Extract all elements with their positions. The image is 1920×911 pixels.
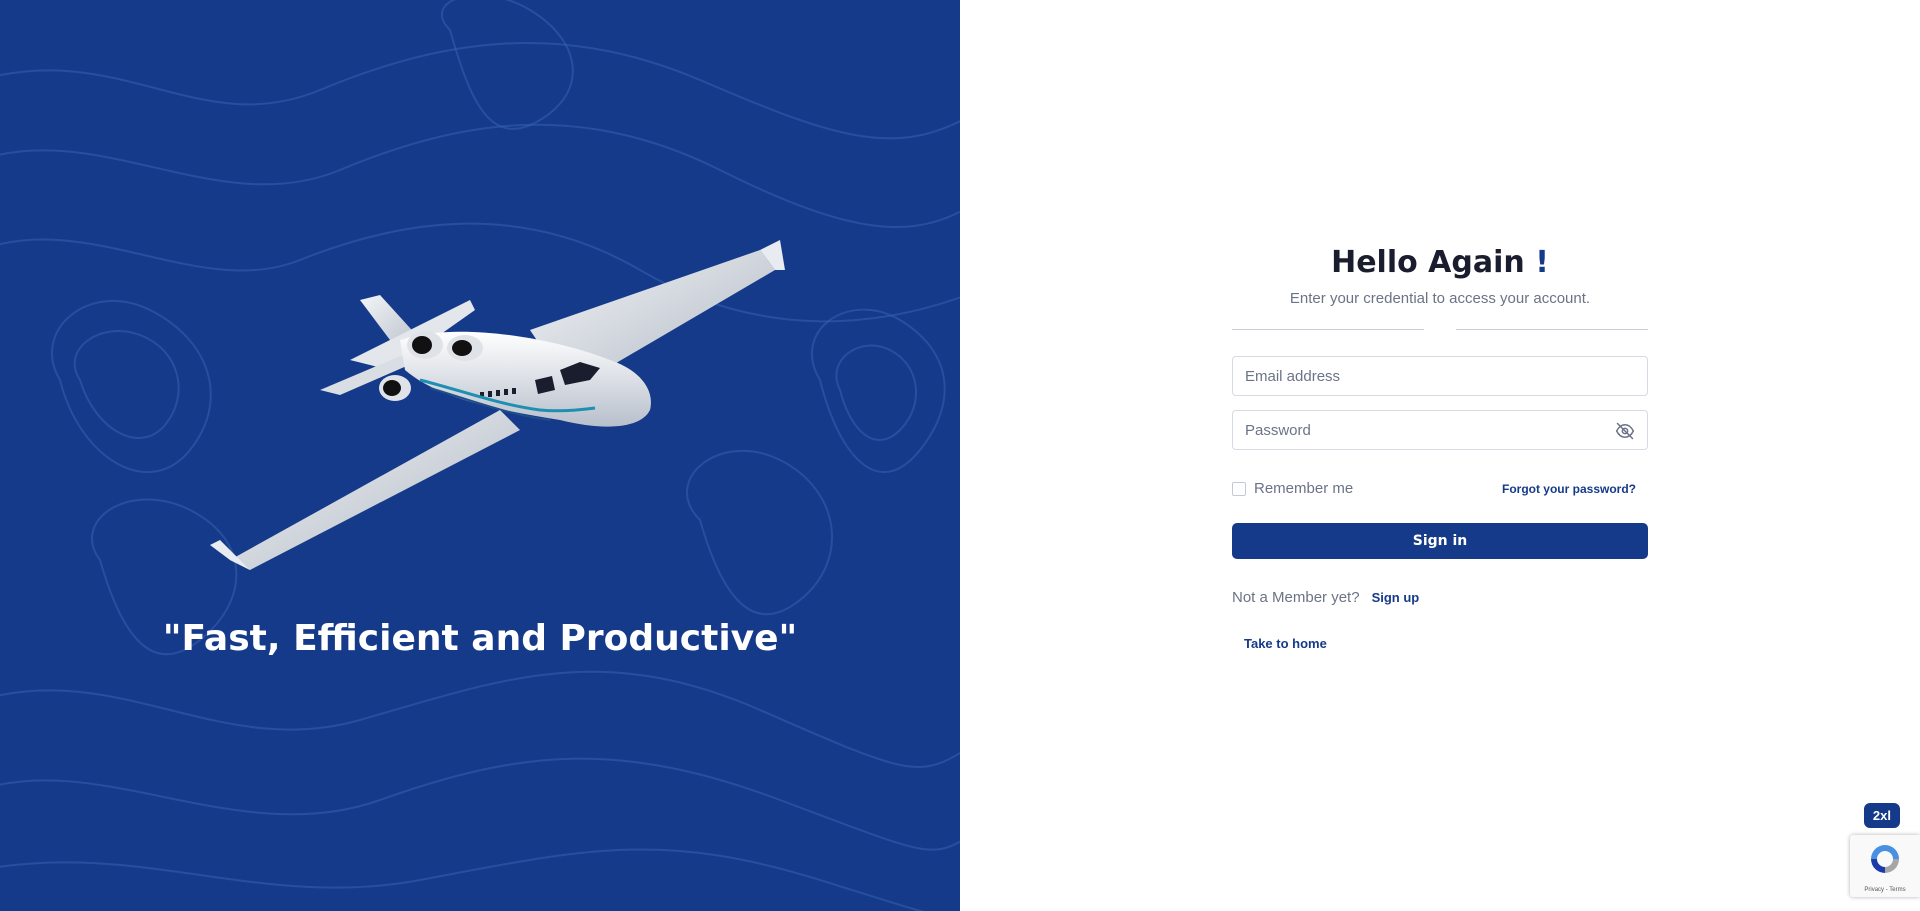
hero-panel: "Fast, Efficient and Productive": [0, 0, 960, 911]
page-subtitle: Enter your credential to access your acc…: [1289, 290, 1591, 307]
eye-off-icon[interactable]: [1615, 421, 1635, 441]
login-form: Hello Again ! Enter your credential to a…: [1232, 245, 1648, 653]
divider-left: [1232, 329, 1424, 330]
recaptcha-terms[interactable]: Privacy - Terms: [1850, 887, 1920, 893]
recaptcha-icon: [1871, 845, 1899, 873]
email-input[interactable]: [1233, 357, 1647, 395]
divider-row: [1232, 329, 1648, 330]
take-to-home-link[interactable]: Take to home: [1244, 636, 1327, 651]
private-jet-illustration: [210, 240, 785, 570]
email-field: [1232, 356, 1648, 396]
password-field: [1232, 410, 1648, 450]
forgot-password-link[interactable]: Forgot your password?: [1502, 482, 1636, 496]
member-question: Not a Member yet?: [1232, 589, 1360, 606]
remember-checkbox[interactable]: [1232, 481, 1246, 496]
sign-in-button[interactable]: Sign in: [1232, 523, 1648, 559]
signup-row: Not a Member yet? Sign up: [1232, 589, 1648, 606]
breakpoint-badge: 2xl: [1863, 803, 1900, 828]
login-page: "Fast, Efficient and Productive" Hello A…: [0, 0, 1920, 911]
remember-me[interactable]: Remember me: [1232, 480, 1353, 497]
password-input[interactable]: [1233, 411, 1647, 449]
sign-up-link[interactable]: Sign up: [1372, 590, 1420, 605]
hero-tagline: "Fast, Efficient and Productive": [162, 618, 798, 659]
title-text: Hello Again: [1331, 245, 1525, 280]
title-exclamation: !: [1535, 245, 1549, 280]
login-panel: Hello Again ! Enter your credential to a…: [960, 0, 1920, 911]
options-row: Remember me Forgot your password?: [1232, 480, 1648, 497]
divider-right: [1456, 329, 1648, 330]
page-title: Hello Again !: [1232, 245, 1648, 280]
recaptcha-widget[interactable]: Privacy - Terms: [1850, 835, 1920, 897]
remember-label: Remember me: [1254, 480, 1354, 497]
